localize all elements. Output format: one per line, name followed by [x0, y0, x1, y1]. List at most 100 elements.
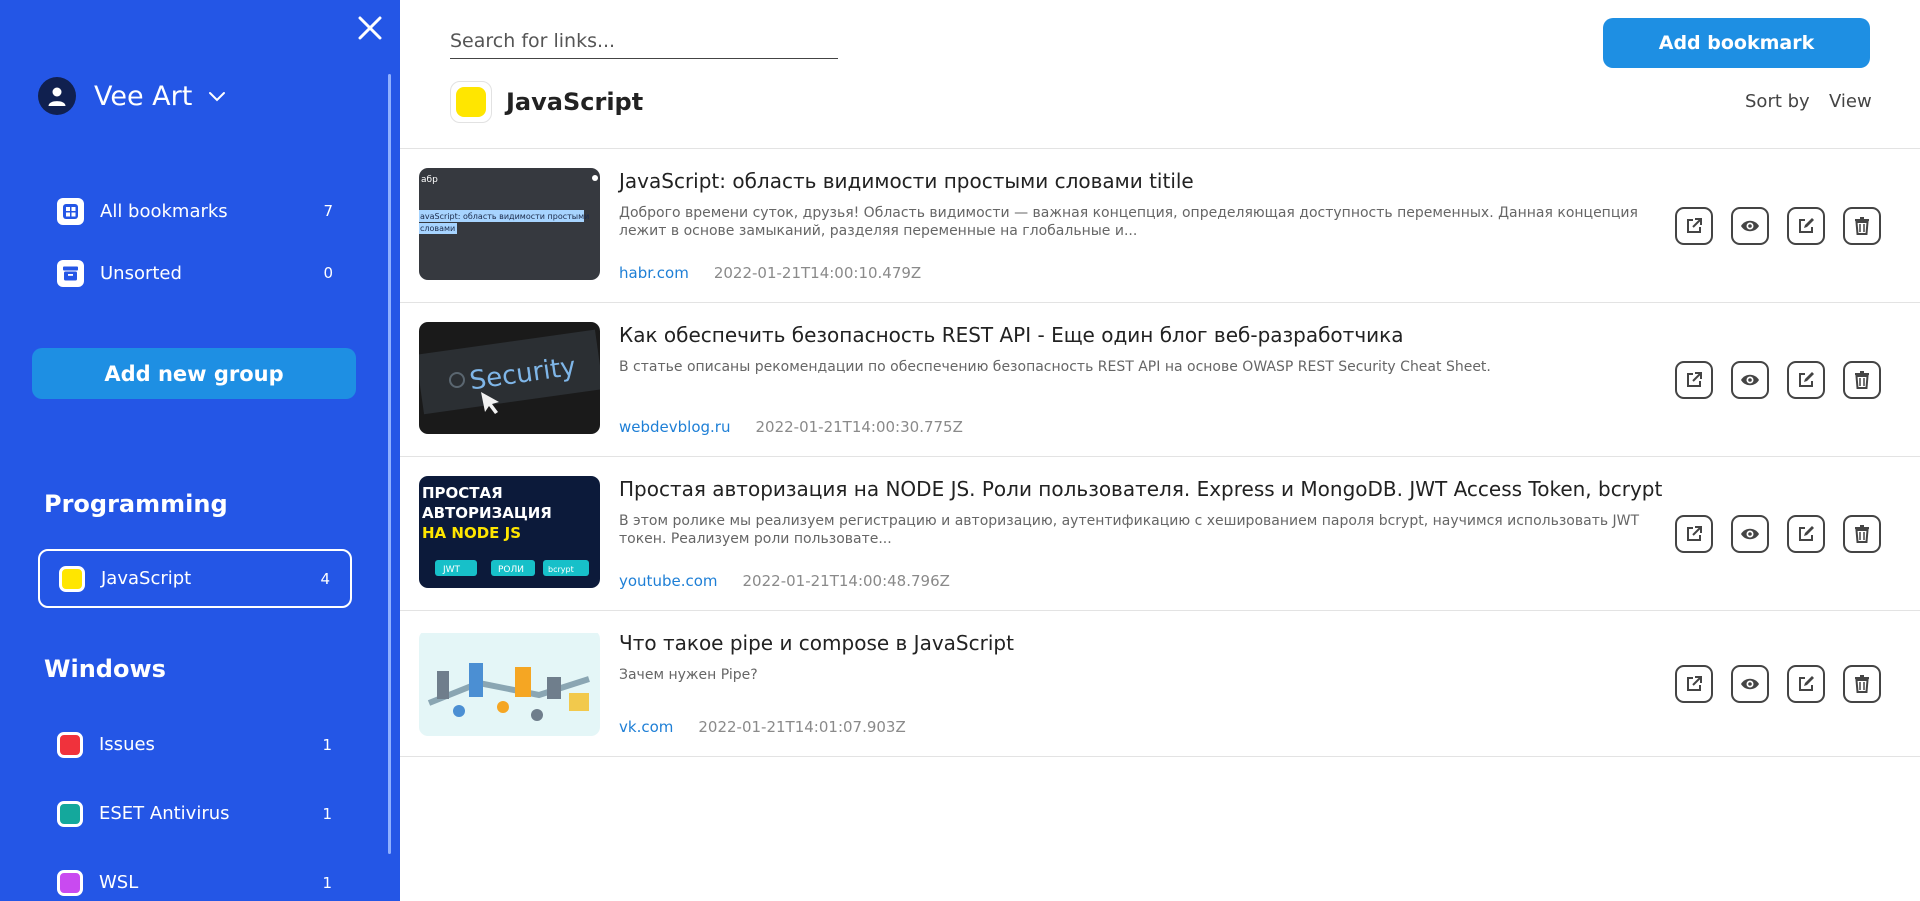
group-title-windows: Windows — [44, 655, 166, 683]
nav-label: All bookmarks — [100, 200, 228, 222]
nav-count: 7 — [323, 202, 333, 220]
thumb-text: абр — [421, 175, 438, 185]
bookmark-date: 2022-01-21T14:00:10.479Z — [713, 264, 922, 282]
bookmark-description: В этом ролике мы реализуем регистрацию и… — [619, 513, 1640, 547]
group-color-swatch — [59, 565, 85, 592]
user-menu[interactable]: Vee Art — [38, 76, 228, 116]
external-link-icon — [1687, 675, 1702, 691]
bookmark-domain-link[interactable]: habr.com — [619, 264, 689, 282]
bookmark-thumbnail[interactable]: ПРОСТАЯ АВТОРИЗАЦИЯ НА NODE JS JWT РОЛИ … — [419, 476, 600, 588]
bookmark-actions — [1675, 360, 1881, 399]
edit-icon — [1799, 675, 1814, 691]
thumb-text: НА NODE JS — [422, 524, 521, 542]
edit-icon — [1799, 525, 1814, 541]
bookmark-date: 2022-01-21T14:00:30.775Z — [755, 418, 963, 436]
bookmark-row: Security Как обеспечить безопасность RES… — [400, 303, 1920, 457]
group-count: 1 — [322, 873, 332, 892]
edit-button[interactable] — [1787, 514, 1825, 553]
current-group-swatch — [450, 81, 492, 123]
add-bookmark-button[interactable]: Add bookmark — [1603, 18, 1870, 68]
chevron-down-icon — [206, 85, 228, 107]
view-button[interactable]: View — [1829, 91, 1872, 112]
bookmark-title[interactable]: Что такое pipe и compose в JavaScript — [619, 631, 1014, 655]
grid-icon — [57, 197, 84, 225]
edit-button[interactable] — [1787, 206, 1825, 245]
group-label: Issues — [99, 734, 155, 755]
bookmark-title[interactable]: Простая авторизация на NODE JS. Роли пол… — [619, 477, 1662, 501]
bookmark-date: 2022-01-21T14:00:48.796Z — [742, 572, 950, 590]
delete-button[interactable] — [1843, 664, 1881, 703]
edit-button[interactable] — [1787, 664, 1825, 703]
nav-count: 0 — [323, 264, 333, 282]
group-color-swatch — [57, 731, 83, 758]
group-item-javascript[interactable]: JavaScript 4 — [38, 549, 352, 608]
external-link-icon — [1687, 217, 1702, 233]
bookmark-domain-link[interactable]: youtube.com — [619, 572, 718, 590]
close-sidebar-button[interactable] — [355, 13, 385, 43]
delete-button[interactable] — [1843, 360, 1881, 399]
nav-unsorted[interactable]: Unsorted 0 — [57, 258, 333, 288]
bookmark-row: абр avaScript: область видимости простым… — [400, 149, 1920, 303]
user-name: Vee Art — [94, 80, 193, 112]
external-link-icon — [1687, 525, 1702, 541]
open-link-button[interactable] — [1675, 360, 1713, 399]
bookmark-list: абр avaScript: область видимости простым… — [400, 149, 1920, 757]
sidebar-scrollbar[interactable] — [388, 74, 391, 854]
nav-label: Unsorted — [100, 262, 182, 284]
bookmark-thumbnail[interactable]: абр avaScript: область видимости простым… — [419, 168, 600, 280]
open-link-button[interactable] — [1675, 206, 1713, 245]
bookmark-row: Что такое pipe и compose в JavaScript За… — [400, 611, 1920, 757]
preview-button[interactable] — [1731, 514, 1769, 553]
eye-icon — [1741, 678, 1759, 689]
thumb-text: ПРОСТАЯ — [422, 484, 503, 502]
archive-icon — [57, 259, 84, 287]
bookmark-meta: vk.com 2022-01-21T14:01:07.903Z — [619, 718, 906, 736]
search-input[interactable] — [450, 23, 838, 59]
group-item-issues[interactable]: Issues 1 — [38, 715, 352, 774]
bookmark-description: Доброго времени суток, друзья! Область в… — [619, 205, 1638, 239]
bookmark-actions — [1675, 664, 1881, 703]
bookmark-domain-link[interactable]: vk.com — [619, 718, 673, 736]
external-link-icon — [1687, 371, 1702, 387]
delete-button[interactable] — [1843, 514, 1881, 553]
bookmark-date: 2022-01-21T14:01:07.903Z — [698, 718, 906, 736]
bookmark-thumbnail[interactable]: Security — [419, 322, 600, 434]
bookmark-meta: youtube.com 2022-01-21T14:00:48.796Z — [619, 572, 950, 590]
bookmark-description: В статье описаны рекомендации по обеспеч… — [619, 359, 1491, 375]
sort-by-button[interactable]: Sort by — [1745, 91, 1810, 112]
group-item-eset-antivirus[interactable]: ESET Antivirus 1 — [38, 784, 352, 843]
preview-button[interactable] — [1731, 664, 1769, 703]
add-new-group-button[interactable]: Add new group — [32, 348, 356, 399]
bookmark-thumbnail[interactable] — [419, 630, 600, 736]
eye-icon — [1741, 374, 1759, 385]
current-group-header: JavaScript — [450, 80, 643, 124]
thumb-text: avaScript: область видимости простыми — [420, 212, 589, 221]
open-link-button[interactable] — [1675, 664, 1713, 703]
bookmark-row: ПРОСТАЯ АВТОРИЗАЦИЯ НА NODE JS JWT РОЛИ … — [400, 457, 1920, 611]
group-item-wsl[interactable]: WSL 1 — [38, 853, 352, 901]
bookmark-actions — [1675, 206, 1881, 245]
sidebar: Vee Art All bookmarks 7 Unsorted 0 Add n… — [0, 0, 400, 901]
preview-button[interactable] — [1731, 360, 1769, 399]
group-title-programming: Programming — [44, 490, 228, 518]
user-avatar-icon — [38, 77, 76, 115]
group-count: 4 — [320, 569, 330, 588]
bookmark-actions — [1675, 514, 1881, 553]
group-label: ESET Antivirus — [99, 803, 230, 824]
bookmark-title[interactable]: JavaScript: область видимости простыми с… — [619, 169, 1194, 193]
delete-button[interactable] — [1843, 206, 1881, 245]
bookmark-description: Зачем нужен Pipe? — [619, 667, 758, 683]
edit-button[interactable] — [1787, 360, 1825, 399]
thumb-text: JWT — [442, 565, 461, 575]
edit-icon — [1799, 371, 1814, 387]
edit-icon — [1799, 217, 1814, 233]
bookmark-domain-link[interactable]: webdevblog.ru — [619, 418, 730, 436]
close-icon — [358, 16, 382, 40]
open-link-button[interactable] — [1675, 514, 1713, 553]
preview-button[interactable] — [1731, 206, 1769, 245]
thumb-text: РОЛИ — [498, 565, 524, 575]
eye-icon — [1741, 528, 1759, 539]
bookmark-meta: webdevblog.ru 2022-01-21T14:00:30.775Z — [619, 418, 963, 436]
nav-all-bookmarks[interactable]: All bookmarks 7 — [57, 196, 333, 226]
bookmark-title[interactable]: Как обеспечить безопасность REST API - Е… — [619, 323, 1403, 347]
